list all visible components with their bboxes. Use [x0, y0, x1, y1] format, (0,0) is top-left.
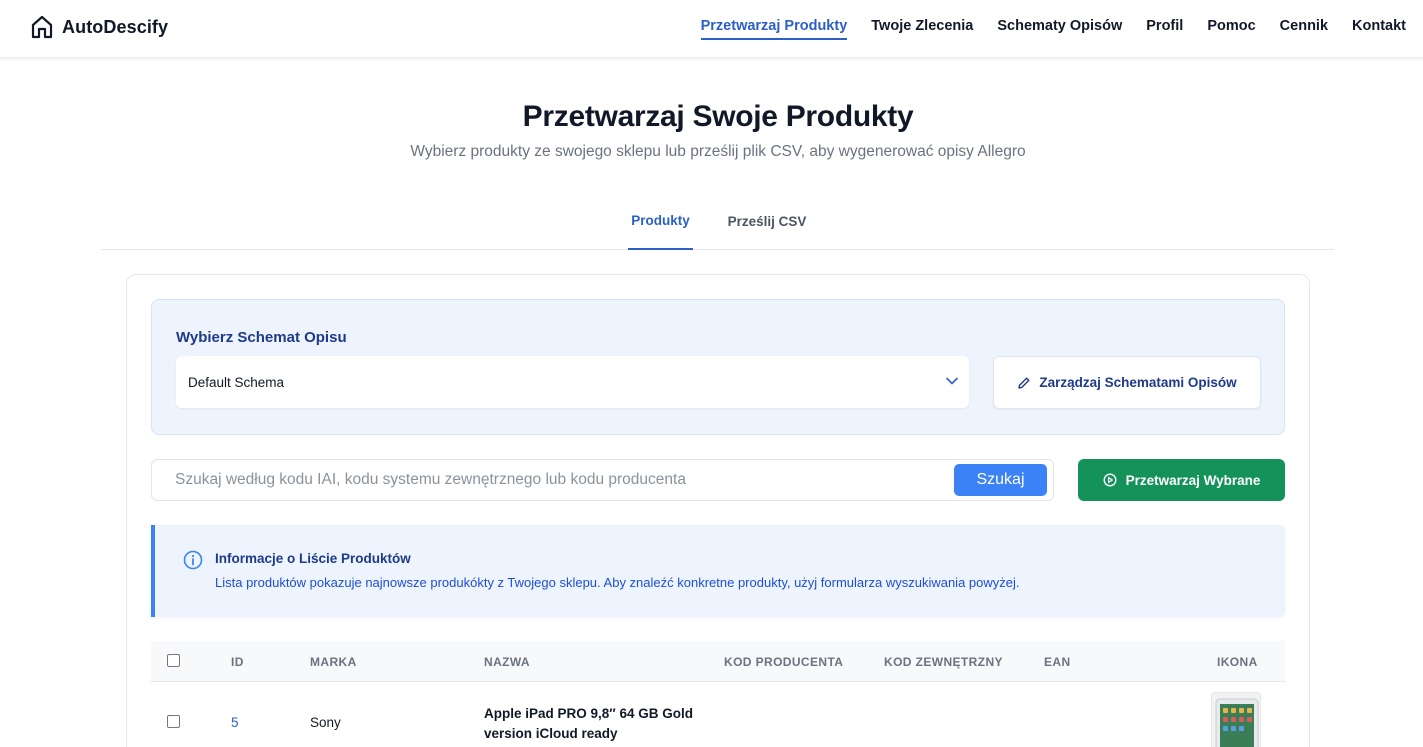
search-input[interactable]: [175, 460, 935, 500]
row-name: Apple iPad PRO 9,8″ 64 GB Gold version i…: [484, 706, 694, 741]
process-selected-button[interactable]: Przetwarzaj Wybrane: [1078, 459, 1285, 501]
search-box: Szukaj: [151, 459, 1054, 501]
select-all-checkbox[interactable]: [167, 654, 180, 667]
table-header: ID MARKA NAZWA KOD PRODUCENTA KOD ZEWNĘT…: [151, 641, 1285, 682]
th-external-code[interactable]: KOD ZEWNĘTRZNY: [884, 655, 1003, 669]
info-box: Informacje o Liście Produktów Lista prod…: [151, 525, 1285, 617]
brand[interactable]: AutoDescify: [31, 15, 168, 39]
schema-select-value: Default Schema: [188, 374, 285, 390]
page-subtitle: Wybierz produkty ze swojego sklepu lub p…: [410, 143, 1026, 160]
main-nav: Przetwarzaj Produkty Twoje Zlecenia Sche…: [700, 18, 1406, 40]
top-navbar: AutoDescify Przetwarzaj Produkty Twoje Z…: [0, 0, 1423, 58]
page-title: Przetwarzaj Swoje Produkty: [522, 100, 914, 133]
nav-item-orders[interactable]: Twoje Zlecenia: [871, 18, 973, 40]
tab-products[interactable]: Produkty: [628, 192, 693, 250]
info-icon: [183, 550, 203, 570]
pencil-icon: [1018, 377, 1030, 389]
schema-panel: Wybierz Schemat Opisu Default Schema Zar…: [151, 299, 1285, 435]
th-brand[interactable]: MARKA: [310, 655, 357, 669]
manage-schemas-label: Zarządzaj Schematami Opisów: [1039, 375, 1237, 390]
brand-name: AutoDescify: [62, 16, 169, 37]
nav-item-contact[interactable]: Kontakt: [1352, 18, 1406, 40]
tablet-image: [1215, 698, 1259, 747]
schema-select[interactable]: Default Schema: [176, 356, 969, 408]
th-name[interactable]: NAZWA: [484, 655, 530, 669]
th-icon: IKONA: [1217, 655, 1258, 669]
th-producer-code[interactable]: KOD PRODUCENTA: [724, 655, 843, 669]
table-row[interactable]: 5 Sony Apple iPad PRO 9,8″ 64 GB Gold ve…: [151, 682, 1285, 747]
product-thumbnail[interactable]: [1211, 692, 1261, 747]
tab-bar: Produkty Prześlij CSV: [101, 192, 1334, 250]
th-ean[interactable]: EAN: [1044, 655, 1071, 669]
info-title: Informacje o Liście Produktów: [215, 551, 411, 566]
nav-item-help[interactable]: Pomoc: [1207, 18, 1255, 40]
search-button[interactable]: Szukaj: [954, 464, 1047, 496]
tab-upload-csv[interactable]: Prześlij CSV: [722, 192, 812, 250]
info-text: Lista produktów pokazuje najnowsze produ…: [215, 575, 1020, 590]
play-circle-icon: [1103, 473, 1117, 487]
home-icon: [31, 15, 53, 39]
nav-item-process-products[interactable]: Przetwarzaj Produkty: [700, 18, 847, 40]
schema-label: Wybierz Schemat Opisu: [176, 329, 347, 346]
row-id-link[interactable]: 5: [231, 715, 239, 730]
nav-item-profile[interactable]: Profil: [1146, 18, 1183, 40]
chevron-down-icon: [946, 377, 958, 385]
row-brand: Sony: [310, 715, 341, 730]
nav-item-schemas[interactable]: Schematy Opisów: [997, 18, 1122, 40]
th-id[interactable]: ID: [231, 655, 244, 669]
manage-schemas-button[interactable]: Zarządzaj Schematami Opisów: [993, 356, 1261, 409]
nav-item-pricing[interactable]: Cennik: [1280, 18, 1328, 40]
products-table: ID MARKA NAZWA KOD PRODUCENTA KOD ZEWNĘT…: [151, 641, 1285, 747]
process-selected-label: Przetwarzaj Wybrane: [1125, 472, 1261, 488]
row-checkbox[interactable]: [167, 715, 180, 728]
